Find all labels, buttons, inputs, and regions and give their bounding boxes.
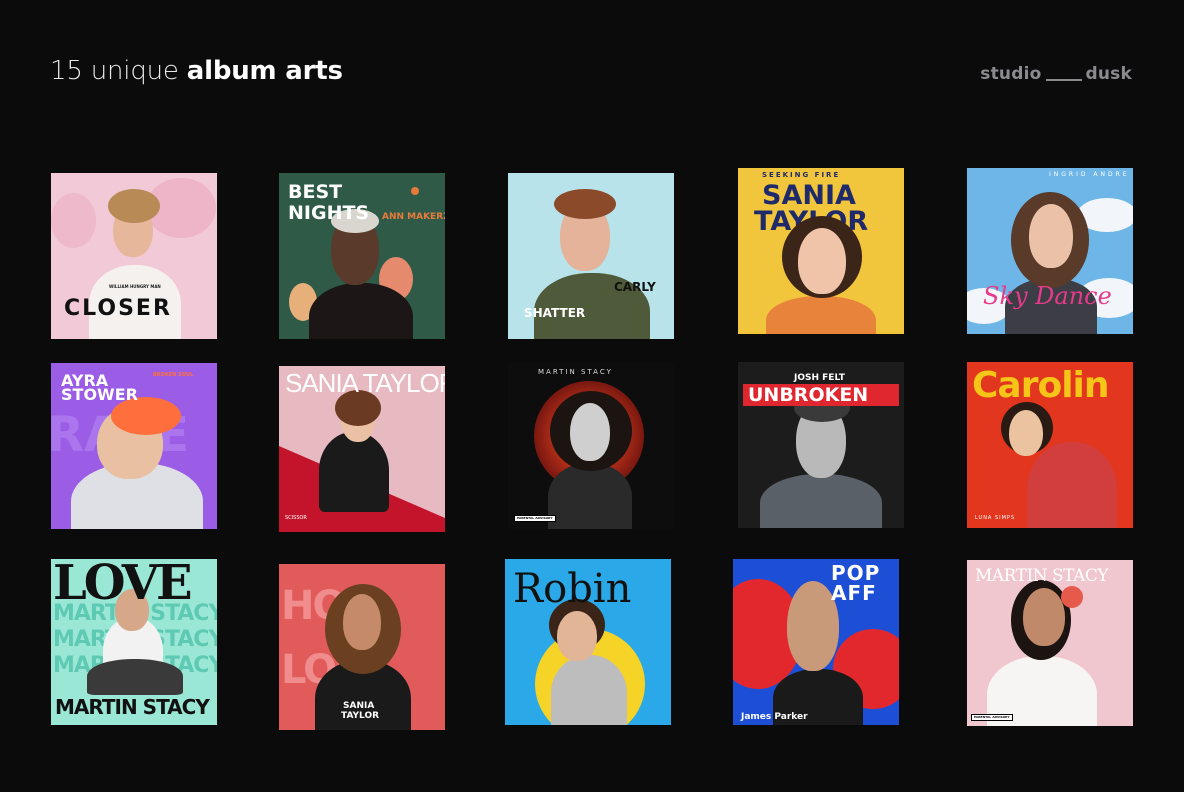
cover-small-text: WILLIAM HUNGRY MAN xyxy=(109,284,161,289)
parental-advisory-label: PARENTAL ADVISORY xyxy=(514,515,556,522)
album-cover-hot-love[interactable]: HOT LOVE SANIA TAYLOR xyxy=(279,564,445,730)
brand-dash xyxy=(1045,79,1082,81)
page-title: 15 unique album arts xyxy=(50,56,343,86)
shape-decoration xyxy=(411,187,419,195)
person-body xyxy=(1027,442,1117,528)
album-cover-sky-dance[interactable]: INGRID ANDRE Sky Dance xyxy=(967,168,1133,334)
cover-title-line1: SANIA xyxy=(343,701,375,711)
person-body xyxy=(319,432,389,512)
title-light: 15 unique xyxy=(50,56,187,86)
person-legs xyxy=(87,659,183,695)
cover-title: Carolin xyxy=(972,365,1110,406)
cover-title-line2: NIGHTS xyxy=(288,202,370,224)
album-cover-unbroken[interactable]: JOSH FELT UNBROKEN xyxy=(738,362,904,528)
cover-small-text: SCISSOR xyxy=(285,515,307,521)
title-bold: album arts xyxy=(186,56,343,86)
cover-title-line2: TAYLOR xyxy=(341,711,380,721)
person-body xyxy=(551,655,627,725)
cover-title-a: CARLY xyxy=(614,280,656,294)
cover-top-text: INGRID ANDRE xyxy=(1049,171,1130,178)
album-cover-sania-taylor-red[interactable]: SANIA TAYLOR SCISSOR xyxy=(279,366,445,532)
cover-aff: AFF xyxy=(831,581,877,605)
cover-script-title: Sky Dance xyxy=(983,282,1112,310)
cover-small-text: LUNA SIMPS xyxy=(975,515,1016,521)
cover-big-title: LOVE xyxy=(53,559,193,611)
person-hair xyxy=(108,189,160,223)
cover-top-text: JOSH FELT xyxy=(794,373,845,383)
person-body xyxy=(766,296,876,334)
album-cover-robin[interactable]: Robin xyxy=(505,559,671,725)
person-head xyxy=(570,403,610,461)
brand-left: studio xyxy=(980,64,1042,84)
person-body xyxy=(548,463,632,529)
album-cover-martin-stacy-pink[interactable]: MARTIN STACY PARENTAL ADVISORY xyxy=(967,560,1133,726)
cover-artist: ANN MAKERZ xyxy=(382,212,445,222)
parental-advisory-label: PARENTAL ADVISORY xyxy=(971,714,1013,721)
person-head xyxy=(557,611,597,661)
album-cover-pop-aff[interactable]: POP AFF James Parker xyxy=(733,559,899,725)
person-body xyxy=(760,474,882,528)
cover-title-line1: BEST xyxy=(288,181,343,203)
cover-top-text: SEEKING FIRE xyxy=(762,171,841,179)
cover-title: SANIA TAYLOR xyxy=(285,368,445,398)
cover-pop: POP xyxy=(831,561,881,585)
brand-right: dusk xyxy=(1085,64,1132,84)
cover-tag: BROKEN SOUL xyxy=(153,372,194,378)
person-head xyxy=(343,594,381,650)
album-cover-closer[interactable]: WILLIAM HUNGRY MAN CLOSER xyxy=(51,173,217,339)
cover-artist: James Parker xyxy=(741,712,808,722)
album-cover-sania-taylor-yellow[interactable]: SEEKING FIRE SANIA TAYLOR xyxy=(738,168,904,334)
cover-bottom-title: MARTIN STACY xyxy=(55,695,210,719)
album-cover-love[interactable]: MARTIN STACY MARTIN STACY MARTIN STACY L… xyxy=(51,559,217,725)
person-hair xyxy=(554,189,616,219)
flower-decoration xyxy=(51,193,96,248)
person-body xyxy=(309,283,413,339)
person-head xyxy=(1009,410,1043,456)
cover-title: UNBROKEN xyxy=(748,384,869,406)
album-cover-ayra-stower[interactable]: RAPE BROKEN SOUL AYRA STOWER xyxy=(51,363,217,529)
cover-title-line2: STOWER xyxy=(61,385,138,404)
cover-title-b: SHATTER xyxy=(524,306,586,320)
person-head xyxy=(1029,204,1073,268)
person-head xyxy=(798,228,846,294)
album-cover-carly[interactable]: CARLY SHATTER xyxy=(508,173,674,339)
person-head xyxy=(1023,588,1065,646)
cover-top-text: MARTIN STACY xyxy=(975,566,1109,586)
brand-logo: studio dusk xyxy=(980,64,1132,84)
album-cover-carolin[interactable]: Carolin LUNA SIMPS xyxy=(967,362,1133,528)
album-cover-martin-stacy-dark[interactable]: MARTIN STACY PARENTAL ADVISORY xyxy=(508,363,674,529)
album-cover-best-nights[interactable]: BEST NIGHTS ANN MAKERZ xyxy=(279,173,445,339)
flower-icon xyxy=(1061,586,1083,608)
cover-top-text: MARTIN STACY xyxy=(538,368,613,376)
cover-title: CLOSER xyxy=(64,296,172,321)
cover-title-line1: SANIA xyxy=(762,180,856,211)
cover-title: Robin xyxy=(513,566,632,612)
